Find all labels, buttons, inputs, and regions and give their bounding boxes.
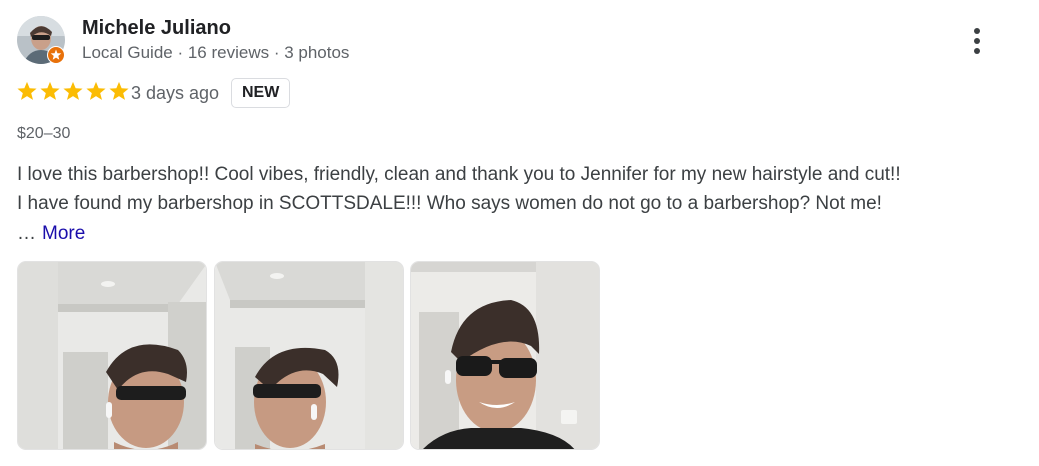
review-more-row: … More bbox=[17, 220, 85, 247]
review-photo-3[interactable] bbox=[410, 261, 600, 450]
review-line: I love this barbershop!! Cool vibes, fri… bbox=[17, 164, 901, 185]
star-icon bbox=[40, 81, 60, 100]
reviewer-name[interactable]: Michele Juliano bbox=[82, 16, 231, 40]
star-rating bbox=[16, 81, 130, 101]
review-line: I have found my barbershop in SCOTTSDALE… bbox=[17, 193, 882, 214]
star-icon bbox=[63, 81, 83, 100]
vertical-dots-icon bbox=[974, 28, 980, 34]
price-range: $20–30 bbox=[17, 125, 71, 142]
star-icon bbox=[86, 81, 106, 100]
local-guide-badge-icon bbox=[47, 46, 65, 64]
reviewer-avatar[interactable] bbox=[17, 16, 65, 64]
new-badge: NEW bbox=[231, 78, 291, 108]
review-text: I love this barbershop!! Cool vibes, fri… bbox=[17, 160, 1022, 218]
ellipsis: … bbox=[17, 223, 36, 244]
star-icon bbox=[17, 81, 37, 100]
review-time: 3 days ago bbox=[131, 83, 220, 103]
vertical-dots-icon-dot bbox=[974, 38, 980, 44]
more-link[interactable]: More bbox=[42, 223, 85, 244]
reviewer-meta: Local Guide · 16 reviews · 3 photos bbox=[82, 43, 350, 62]
review-photo-1[interactable] bbox=[17, 261, 207, 450]
review-photo-2[interactable] bbox=[214, 261, 404, 450]
vertical-dots-icon-dot bbox=[974, 48, 980, 54]
more-options-button[interactable] bbox=[958, 22, 996, 60]
star-icon bbox=[109, 81, 129, 100]
